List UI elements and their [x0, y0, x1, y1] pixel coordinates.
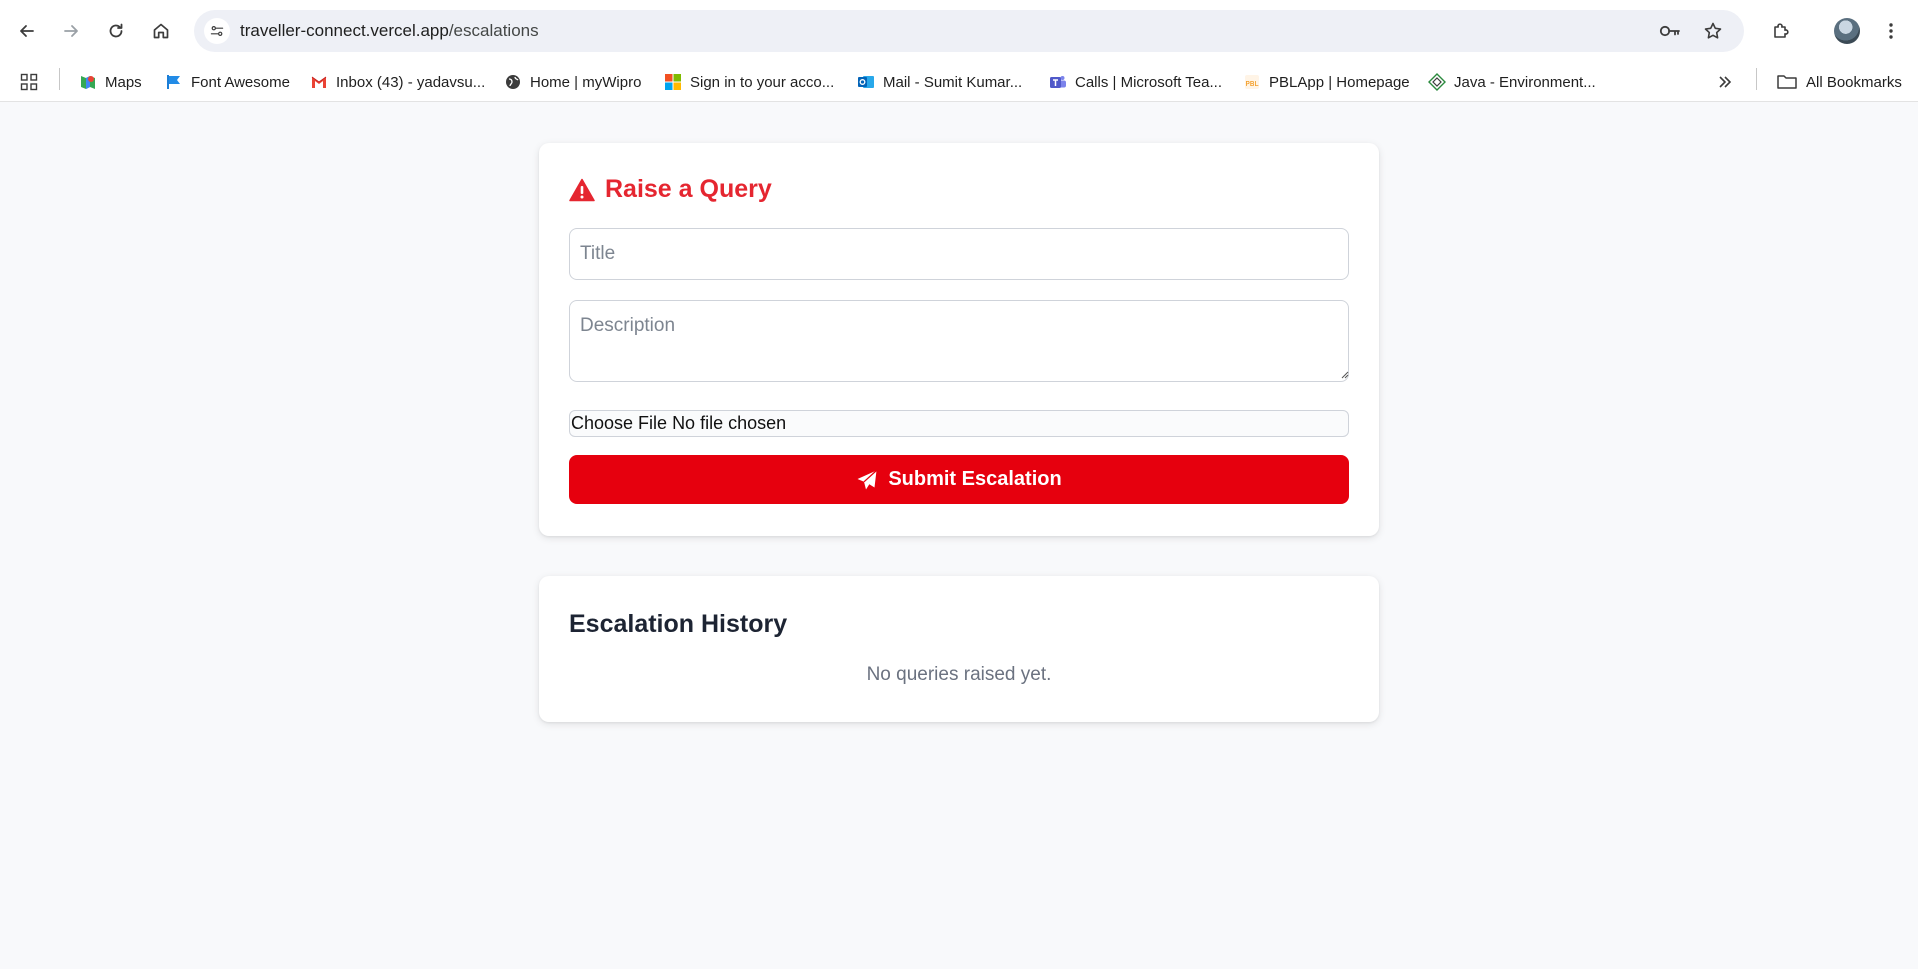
maps-icon — [79, 73, 97, 91]
bookmark-label: Sign in to your acco... — [690, 73, 835, 91]
url-path: /escalations — [448, 21, 539, 40]
resize-grip-icon[interactable] — [1339, 369, 1349, 379]
escalation-history-card: Escalation History No queries raised yet… — [539, 576, 1379, 722]
forward-button[interactable] — [54, 14, 88, 48]
escalation-history-heading: Escalation History — [569, 610, 788, 638]
apps-button[interactable] — [20, 70, 46, 94]
flag-icon — [165, 73, 183, 91]
extensions-button[interactable] — [1764, 14, 1798, 48]
address-bar[interactable]: traveller-connect.vercel.app/escalations — [194, 10, 1744, 52]
password-key-icon[interactable] — [1658, 20, 1682, 42]
bookmarks-overflow-button[interactable] — [1716, 70, 1742, 94]
bookmark-outlook-mail[interactable]: Mail - Sumit Kumar... — [857, 70, 1022, 94]
warning-triangle-icon — [569, 178, 595, 201]
kebab-menu-icon — [1889, 23, 1893, 39]
folder-icon — [1776, 73, 1798, 91]
url-host: traveller-connect.vercel.app — [240, 21, 449, 40]
reload-button[interactable] — [99, 14, 133, 48]
bookmark-pblapp[interactable]: PBL PBLApp | Homepage — [1243, 70, 1410, 94]
home-button[interactable] — [144, 14, 178, 48]
bookmark-label: Mail - Sumit Kumar... — [883, 73, 1023, 91]
bookmark-label: Maps — [105, 73, 142, 91]
microsoft-icon — [664, 73, 682, 91]
file-status-text: No file chosen — [672, 413, 787, 433]
bookmark-maps[interactable]: Maps — [79, 70, 142, 94]
puzzle-icon — [1774, 23, 1789, 38]
bookmark-java-environment[interactable]: Java - Environment... — [1428, 70, 1596, 94]
outlook-icon — [857, 73, 875, 91]
java-icon — [1428, 73, 1446, 91]
pbl-icon: PBL — [1243, 73, 1261, 91]
reload-icon — [109, 23, 123, 38]
raise-query-card: Raise a Query Choose File No file chosen… — [539, 143, 1379, 536]
svg-text:PBL: PBL — [1246, 80, 1259, 88]
url-text: traveller-connect.vercel.app/escalations — [240, 21, 539, 41]
bookmark-label: PBLApp | Homepage — [1269, 73, 1410, 91]
bookmarks-divider — [59, 68, 60, 90]
browser-toolbar: traveller-connect.vercel.app/escalations — [0, 0, 1918, 62]
forward-arrow-icon — [64, 25, 78, 37]
file-upload-input[interactable]: Choose File No file chosen — [569, 410, 1349, 437]
globe-icon — [504, 73, 522, 91]
submit-escalation-label: Submit Escalation — [888, 468, 1062, 490]
site-settings-icon[interactable] — [204, 18, 230, 44]
bookmark-microsoft-signin[interactable]: Sign in to your acco... — [664, 70, 834, 94]
back-arrow-icon — [20, 25, 34, 37]
bookmark-gmail-inbox[interactable]: Inbox (43) - yadavsu... — [310, 70, 485, 94]
raise-query-heading: Raise a Query — [569, 175, 772, 204]
bookmark-label: Java - Environment... — [1454, 73, 1596, 91]
choose-file-button[interactable]: Choose File — [570, 413, 667, 434]
home-icon — [153, 23, 169, 39]
bookmark-label: Calls | Microsoft Tea... — [1075, 73, 1222, 91]
bookmarks-divider-right — [1756, 68, 1757, 90]
bookmark-star-icon[interactable] — [1701, 20, 1725, 42]
bookmark-label: Font Awesome — [191, 73, 290, 91]
gmail-icon — [310, 73, 328, 91]
all-bookmarks-button[interactable]: All Bookmarks — [1776, 70, 1902, 94]
bookmark-teams-calls[interactable]: Calls | Microsoft Tea... — [1049, 70, 1222, 94]
submit-escalation-button[interactable]: Submit Escalation — [569, 455, 1349, 504]
back-button[interactable] — [10, 14, 44, 48]
teams-icon — [1049, 73, 1067, 91]
profile-avatar[interactable] — [1834, 18, 1860, 44]
all-bookmarks-label: All Bookmarks — [1806, 73, 1902, 91]
browser-menu-button[interactable] — [1874, 14, 1908, 48]
title-input[interactable] — [569, 228, 1349, 280]
raise-query-heading-text: Raise a Query — [605, 175, 772, 203]
paper-plane-icon — [857, 469, 878, 489]
apps-grid-icon — [20, 73, 38, 91]
double-chevron-right-icon — [1716, 73, 1734, 91]
bookmark-label: Home | myWipro — [530, 73, 642, 91]
bookmark-mywipro[interactable]: Home | myWipro — [504, 70, 641, 94]
description-textarea[interactable] — [569, 300, 1349, 382]
bookmark-label: Inbox (43) - yadavsu... — [336, 73, 486, 91]
bookmark-font-awesome[interactable]: Font Awesome — [165, 70, 290, 94]
empty-history-message: No queries raised yet. — [866, 664, 1052, 685]
